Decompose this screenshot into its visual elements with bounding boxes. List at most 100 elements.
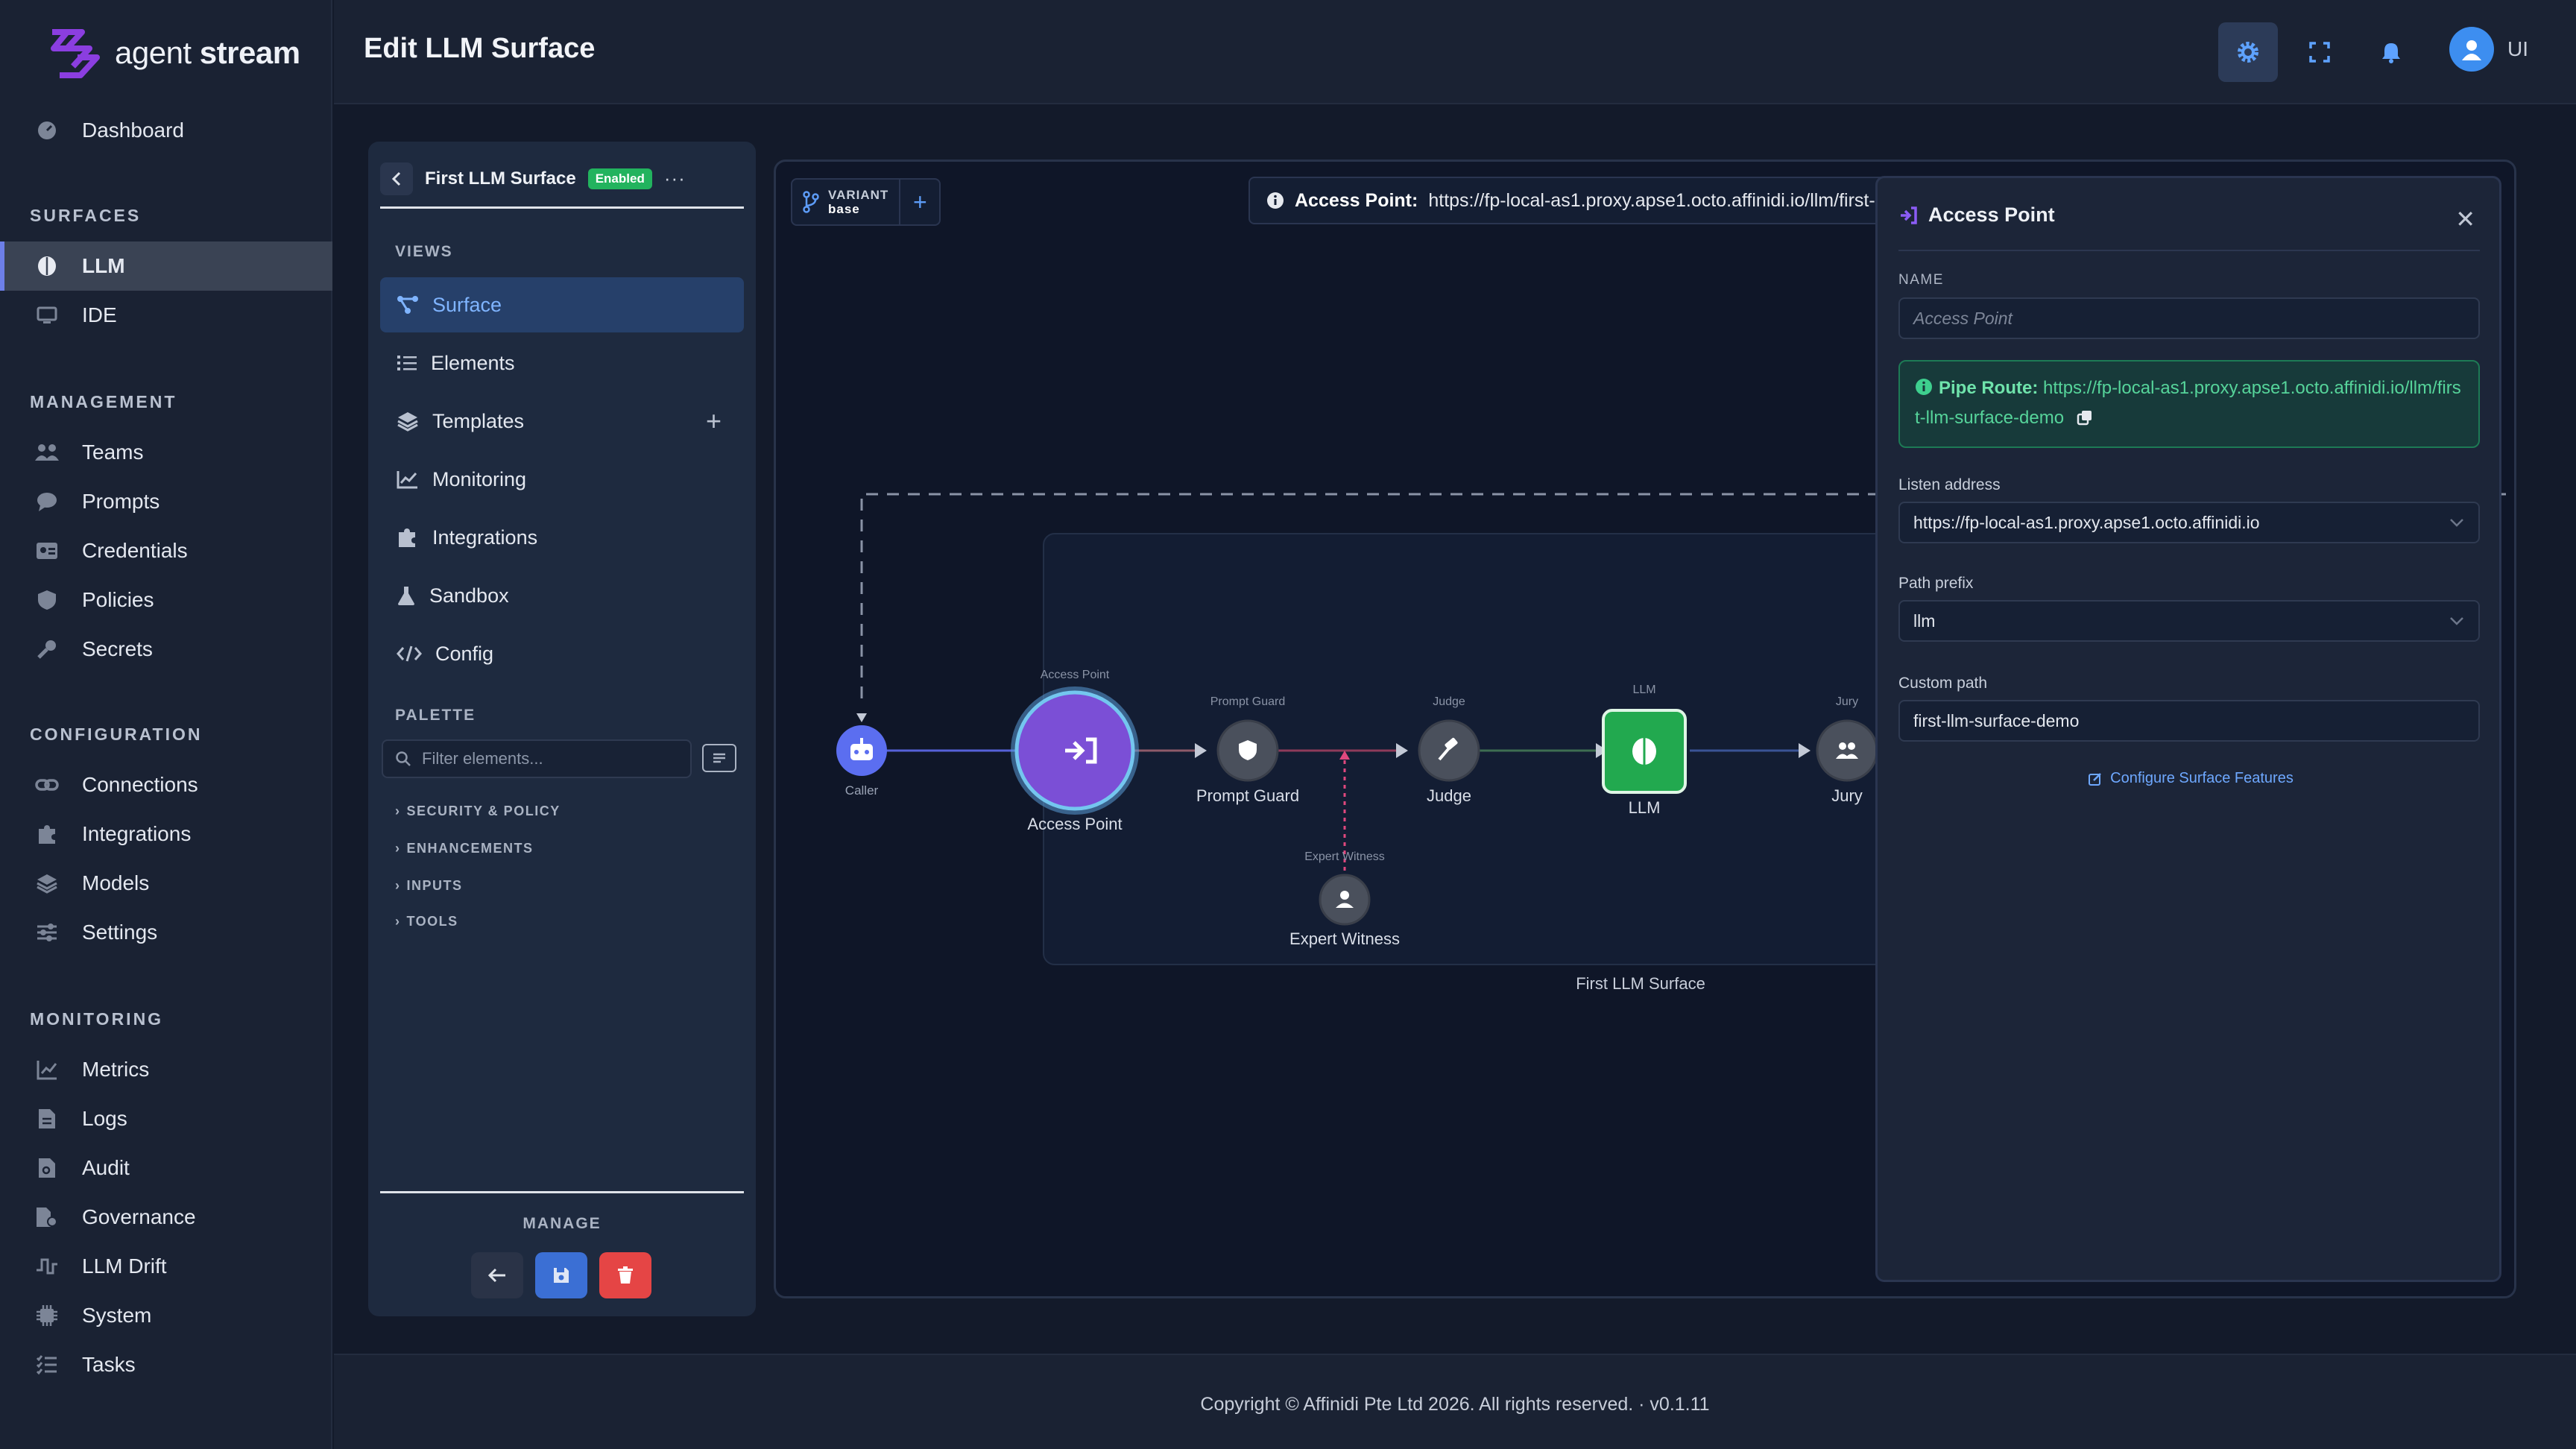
surface-group-label: First LLM Surface (1576, 974, 1705, 993)
line-chart-icon (397, 471, 417, 489)
governance-icon (34, 1205, 60, 1230)
nav-logs[interactable]: Logs (0, 1094, 332, 1143)
nav-teams[interactable]: Teams (0, 428, 332, 477)
view-config[interactable]: Config (380, 626, 744, 681)
arrowhead-down (856, 713, 867, 722)
nav-secrets[interactable]: Secrets (0, 625, 332, 674)
nav-credentials[interactable]: Credentials (0, 526, 332, 575)
nav-policies[interactable]: Policies (0, 575, 332, 625)
layers-icon (34, 871, 60, 896)
trash-icon (618, 1266, 633, 1284)
judge-label[interactable]: Judge (1427, 786, 1471, 806)
nav-dashboard[interactable]: Dashboard (0, 106, 332, 155)
page-title: Edit LLM Surface (364, 33, 596, 64)
puzzle-icon (399, 528, 415, 547)
llm-label[interactable]: LLM (1629, 798, 1661, 818)
divider (380, 1191, 744, 1193)
user-icon (2462, 40, 2481, 60)
add-template-button[interactable]: + (706, 405, 722, 437)
nav-llm-drift[interactable]: LLM Drift (0, 1242, 332, 1291)
view-elements[interactable]: Elements (380, 335, 744, 391)
view-monitoring-label: Monitoring (432, 467, 527, 490)
jury-node (1816, 719, 1878, 782)
more-options-button[interactable]: ··· (664, 167, 686, 190)
nav-prompts[interactable]: Prompts (0, 477, 332, 526)
category-enhancements[interactable]: › ENHANCEMENTS (395, 841, 534, 856)
copy-icon[interactable] (2077, 409, 2093, 426)
view-integrations[interactable]: Integrations (380, 510, 744, 565)
flask-icon (398, 587, 414, 605)
logo-text: agent stream (115, 35, 300, 70)
view-sandbox[interactable]: Sandbox (380, 568, 744, 623)
list-view-icon (713, 753, 725, 763)
expert-witness-label[interactable]: Expert Witness (1289, 929, 1400, 949)
category-inputs[interactable]: › INPUTS (395, 878, 463, 894)
back-button[interactable] (380, 162, 413, 195)
view-surface[interactable]: Surface (380, 277, 744, 332)
link-icon (34, 772, 60, 798)
custom-path-input[interactable]: first-llm-surface-demo (1898, 700, 2480, 742)
nav-tasks[interactable]: Tasks (0, 1340, 332, 1389)
variant-selector[interactable]: VARIANT base + (791, 178, 941, 226)
nav-llm-drift-label: LLM Drift (82, 1254, 167, 1278)
view-templates[interactable]: Templates + (380, 394, 744, 449)
shield-icon (34, 587, 60, 613)
nav-system[interactable]: System (0, 1291, 332, 1340)
custom-path-label: Custom path (1898, 675, 1988, 692)
puzzle-icon (34, 821, 60, 847)
palette-view-toggle[interactable] (702, 744, 736, 772)
key-icon (34, 637, 60, 662)
name-input[interactable]: Access Point (1898, 297, 2480, 339)
add-variant-button[interactable]: + (900, 189, 939, 216)
listen-address-select[interactable]: https://fp-local-as1.proxy.apse1.octo.af… (1898, 502, 2480, 543)
close-icon[interactable]: ✕ (2455, 205, 2475, 233)
nav-settings[interactable]: Settings (0, 908, 332, 957)
nav-metrics-label: Metrics (82, 1058, 150, 1081)
nav-dashboard-label: Dashboard (82, 119, 184, 142)
jury-label[interactable]: Jury (1831, 786, 1863, 806)
filter-elements-input[interactable]: Filter elements... (382, 739, 692, 778)
back-arrow-button[interactable] (471, 1252, 523, 1298)
settings-button[interactable] (2218, 22, 2278, 82)
view-monitoring[interactable]: Monitoring (380, 452, 744, 507)
nav-ide[interactable]: IDE (0, 291, 332, 340)
sliders-icon (34, 920, 60, 945)
configure-surface-link[interactable]: Configure Surface Features (1878, 770, 2504, 787)
file-icon (34, 1106, 60, 1131)
sign-in-icon (1901, 206, 1917, 224)
status-badge: Enabled (587, 168, 652, 189)
chevron-right-icon: › (395, 914, 401, 929)
view-surface-label: Surface (432, 293, 502, 316)
nav-metrics[interactable]: Metrics (0, 1045, 332, 1094)
variant-current[interactable]: VARIANT base (792, 180, 901, 224)
notifications-button[interactable] (2361, 22, 2421, 82)
chevron-down-icon (2450, 617, 2463, 625)
nav-audit[interactable]: Audit (0, 1143, 332, 1193)
manage-heading: MANAGE (523, 1215, 602, 1232)
nav-governance[interactable]: Governance (0, 1193, 332, 1242)
chevron-right-icon: › (395, 878, 401, 893)
name-label: NAME (1898, 272, 1944, 288)
fullscreen-button[interactable] (2290, 22, 2349, 82)
chevron-down-icon (2450, 519, 2463, 527)
list-check-icon (34, 1352, 60, 1377)
nav-system-label: System (82, 1304, 152, 1327)
user-menu[interactable]: UI (2449, 27, 2528, 72)
nav-llm[interactable]: LLM (0, 242, 332, 291)
nav-connections[interactable]: Connections (0, 760, 332, 809)
expert-witness-sub: Expert Witness (1304, 850, 1385, 863)
category-tools[interactable]: › TOOLS (395, 914, 458, 929)
category-security-policy[interactable]: › SECURITY & POLICY (395, 804, 561, 819)
inspector-header: Access Point (1898, 203, 2055, 227)
path-prefix-select[interactable]: llm (1898, 600, 2480, 642)
prompt-guard-label[interactable]: Prompt Guard (1196, 786, 1299, 806)
nav-teams-label: Teams (82, 441, 144, 464)
nav-integrations[interactable]: Integrations (0, 809, 332, 859)
variant-label: VARIANT (828, 188, 889, 202)
nav-models[interactable]: Models (0, 859, 332, 908)
app-logo[interactable]: agent stream (45, 19, 300, 86)
save-button[interactable] (535, 1252, 587, 1298)
delete-button[interactable] (599, 1252, 651, 1298)
access-point-label[interactable]: Access Point (1027, 815, 1122, 834)
inspector-panel: Access Point ✕ NAME Access Point Pipe Ro… (1875, 176, 2501, 1282)
